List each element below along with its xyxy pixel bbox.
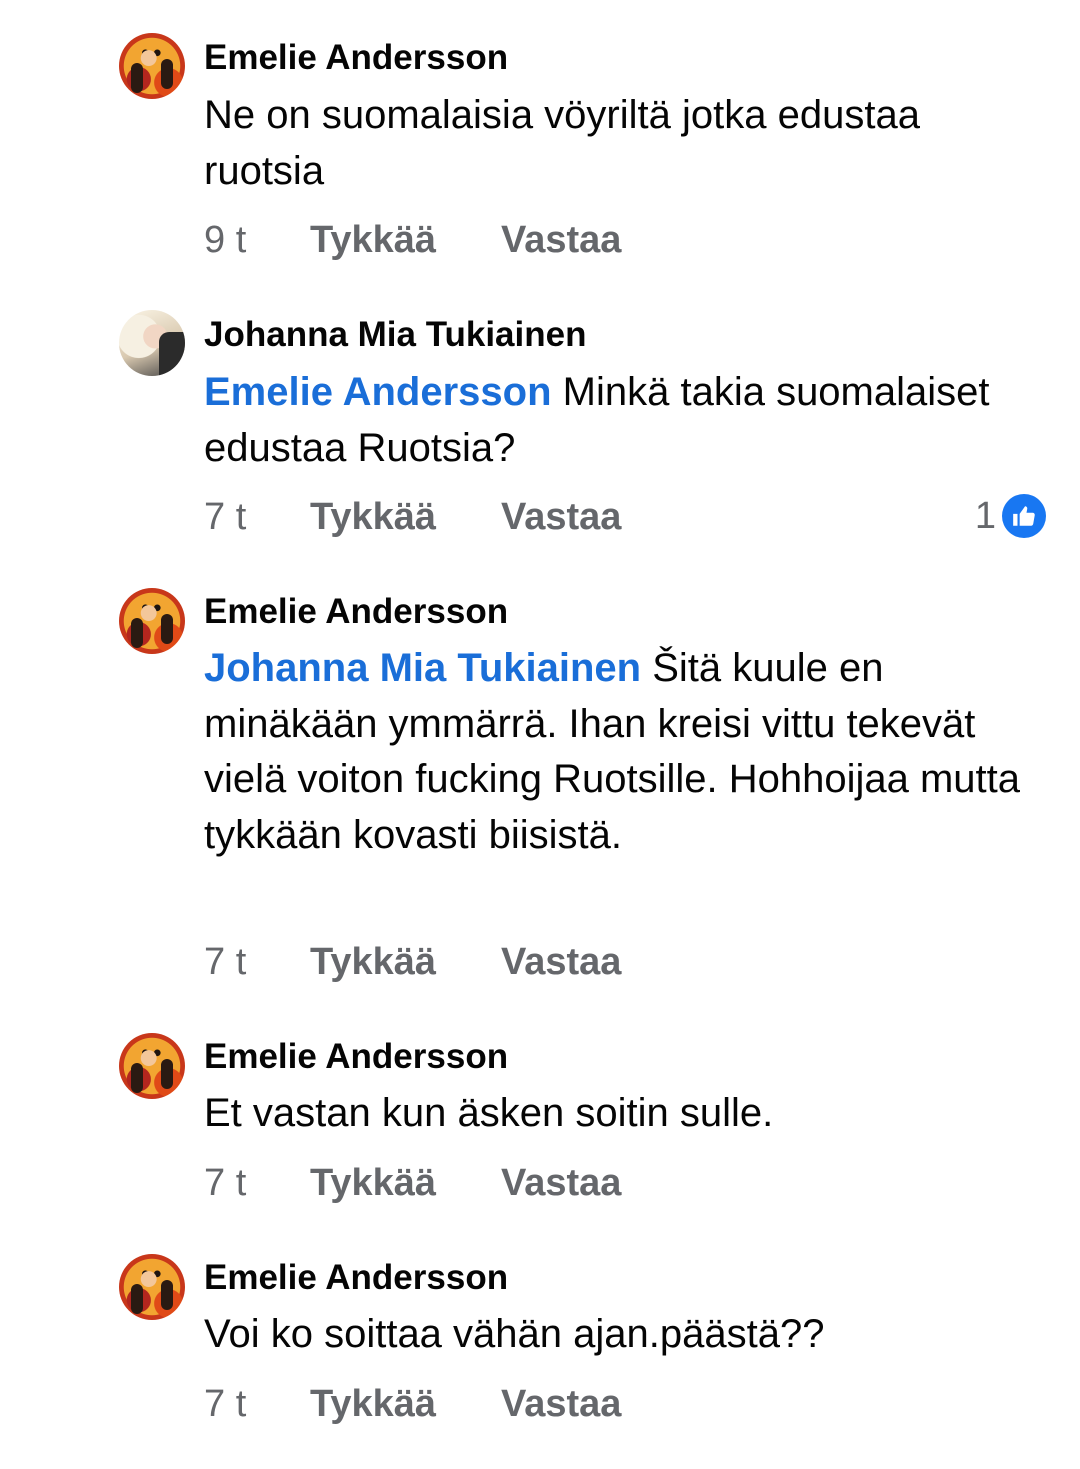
like-button[interactable]: Tykkää [310, 939, 436, 985]
like-button[interactable]: Tykkää [310, 217, 436, 263]
mention-link[interactable]: Johanna Mia Tukiainen [204, 646, 641, 690]
comment-body: Ne on suomalaisia vöyriltä jotka edustaa… [204, 93, 920, 193]
comment-text: Ne on suomalaisia vöyriltä jotka edustaa… [204, 88, 1034, 199]
comment-text: Johanna Mia Tukiainen Šitä kuule en minä… [204, 641, 1034, 863]
avatar[interactable] [119, 310, 185, 376]
thumbs-up-icon [1002, 494, 1046, 538]
comment-body: Et vastan kun äsken soitin sulle. [204, 1091, 774, 1135]
comment-author[interactable]: Johanna Mia Tukiainen [204, 315, 586, 355]
reply-button[interactable]: Vastaa [501, 217, 621, 263]
like-button[interactable]: Tykkää [310, 1381, 436, 1427]
comment-timestamp[interactable]: 7 t [204, 1160, 246, 1206]
comment-timestamp[interactable]: 7 t [204, 1381, 246, 1427]
avatar[interactable] [119, 1033, 185, 1099]
avatar[interactable] [119, 588, 185, 654]
comment-text: Voi ko soittaa vähän ajan.päästä?? [204, 1307, 1034, 1363]
comment-timestamp[interactable]: 7 t [204, 494, 246, 540]
comment-text: Emelie Andersson Minkä takia suomalaiset… [204, 365, 1034, 476]
reaction-summary[interactable]: 1 [975, 493, 1046, 539]
mention-link[interactable]: Emelie Andersson [204, 370, 552, 414]
avatar[interactable] [119, 1254, 185, 1320]
comment-author[interactable]: Emelie Andersson [204, 1258, 508, 1298]
comment-timestamp[interactable]: 9 t [204, 217, 246, 263]
comment-timestamp[interactable]: 7 t [204, 939, 246, 985]
comment-body: Voi ko soittaa vähän ajan.päästä?? [204, 1312, 825, 1356]
reply-button[interactable]: Vastaa [501, 494, 621, 540]
avatar[interactable] [119, 33, 185, 99]
reply-button[interactable]: Vastaa [501, 1381, 621, 1427]
reply-button[interactable]: Vastaa [501, 939, 621, 985]
like-button[interactable]: Tykkää [310, 494, 436, 540]
comment-author[interactable]: Emelie Andersson [204, 592, 508, 632]
comment-author[interactable]: Emelie Andersson [204, 1037, 508, 1077]
like-button[interactable]: Tykkää [310, 1160, 436, 1206]
comment-text: Et vastan kun äsken soitin sulle. [204, 1086, 1034, 1142]
comment-author[interactable]: Emelie Andersson [204, 38, 508, 78]
reply-button[interactable]: Vastaa [501, 1160, 621, 1206]
reaction-count: 1 [974, 494, 996, 537]
